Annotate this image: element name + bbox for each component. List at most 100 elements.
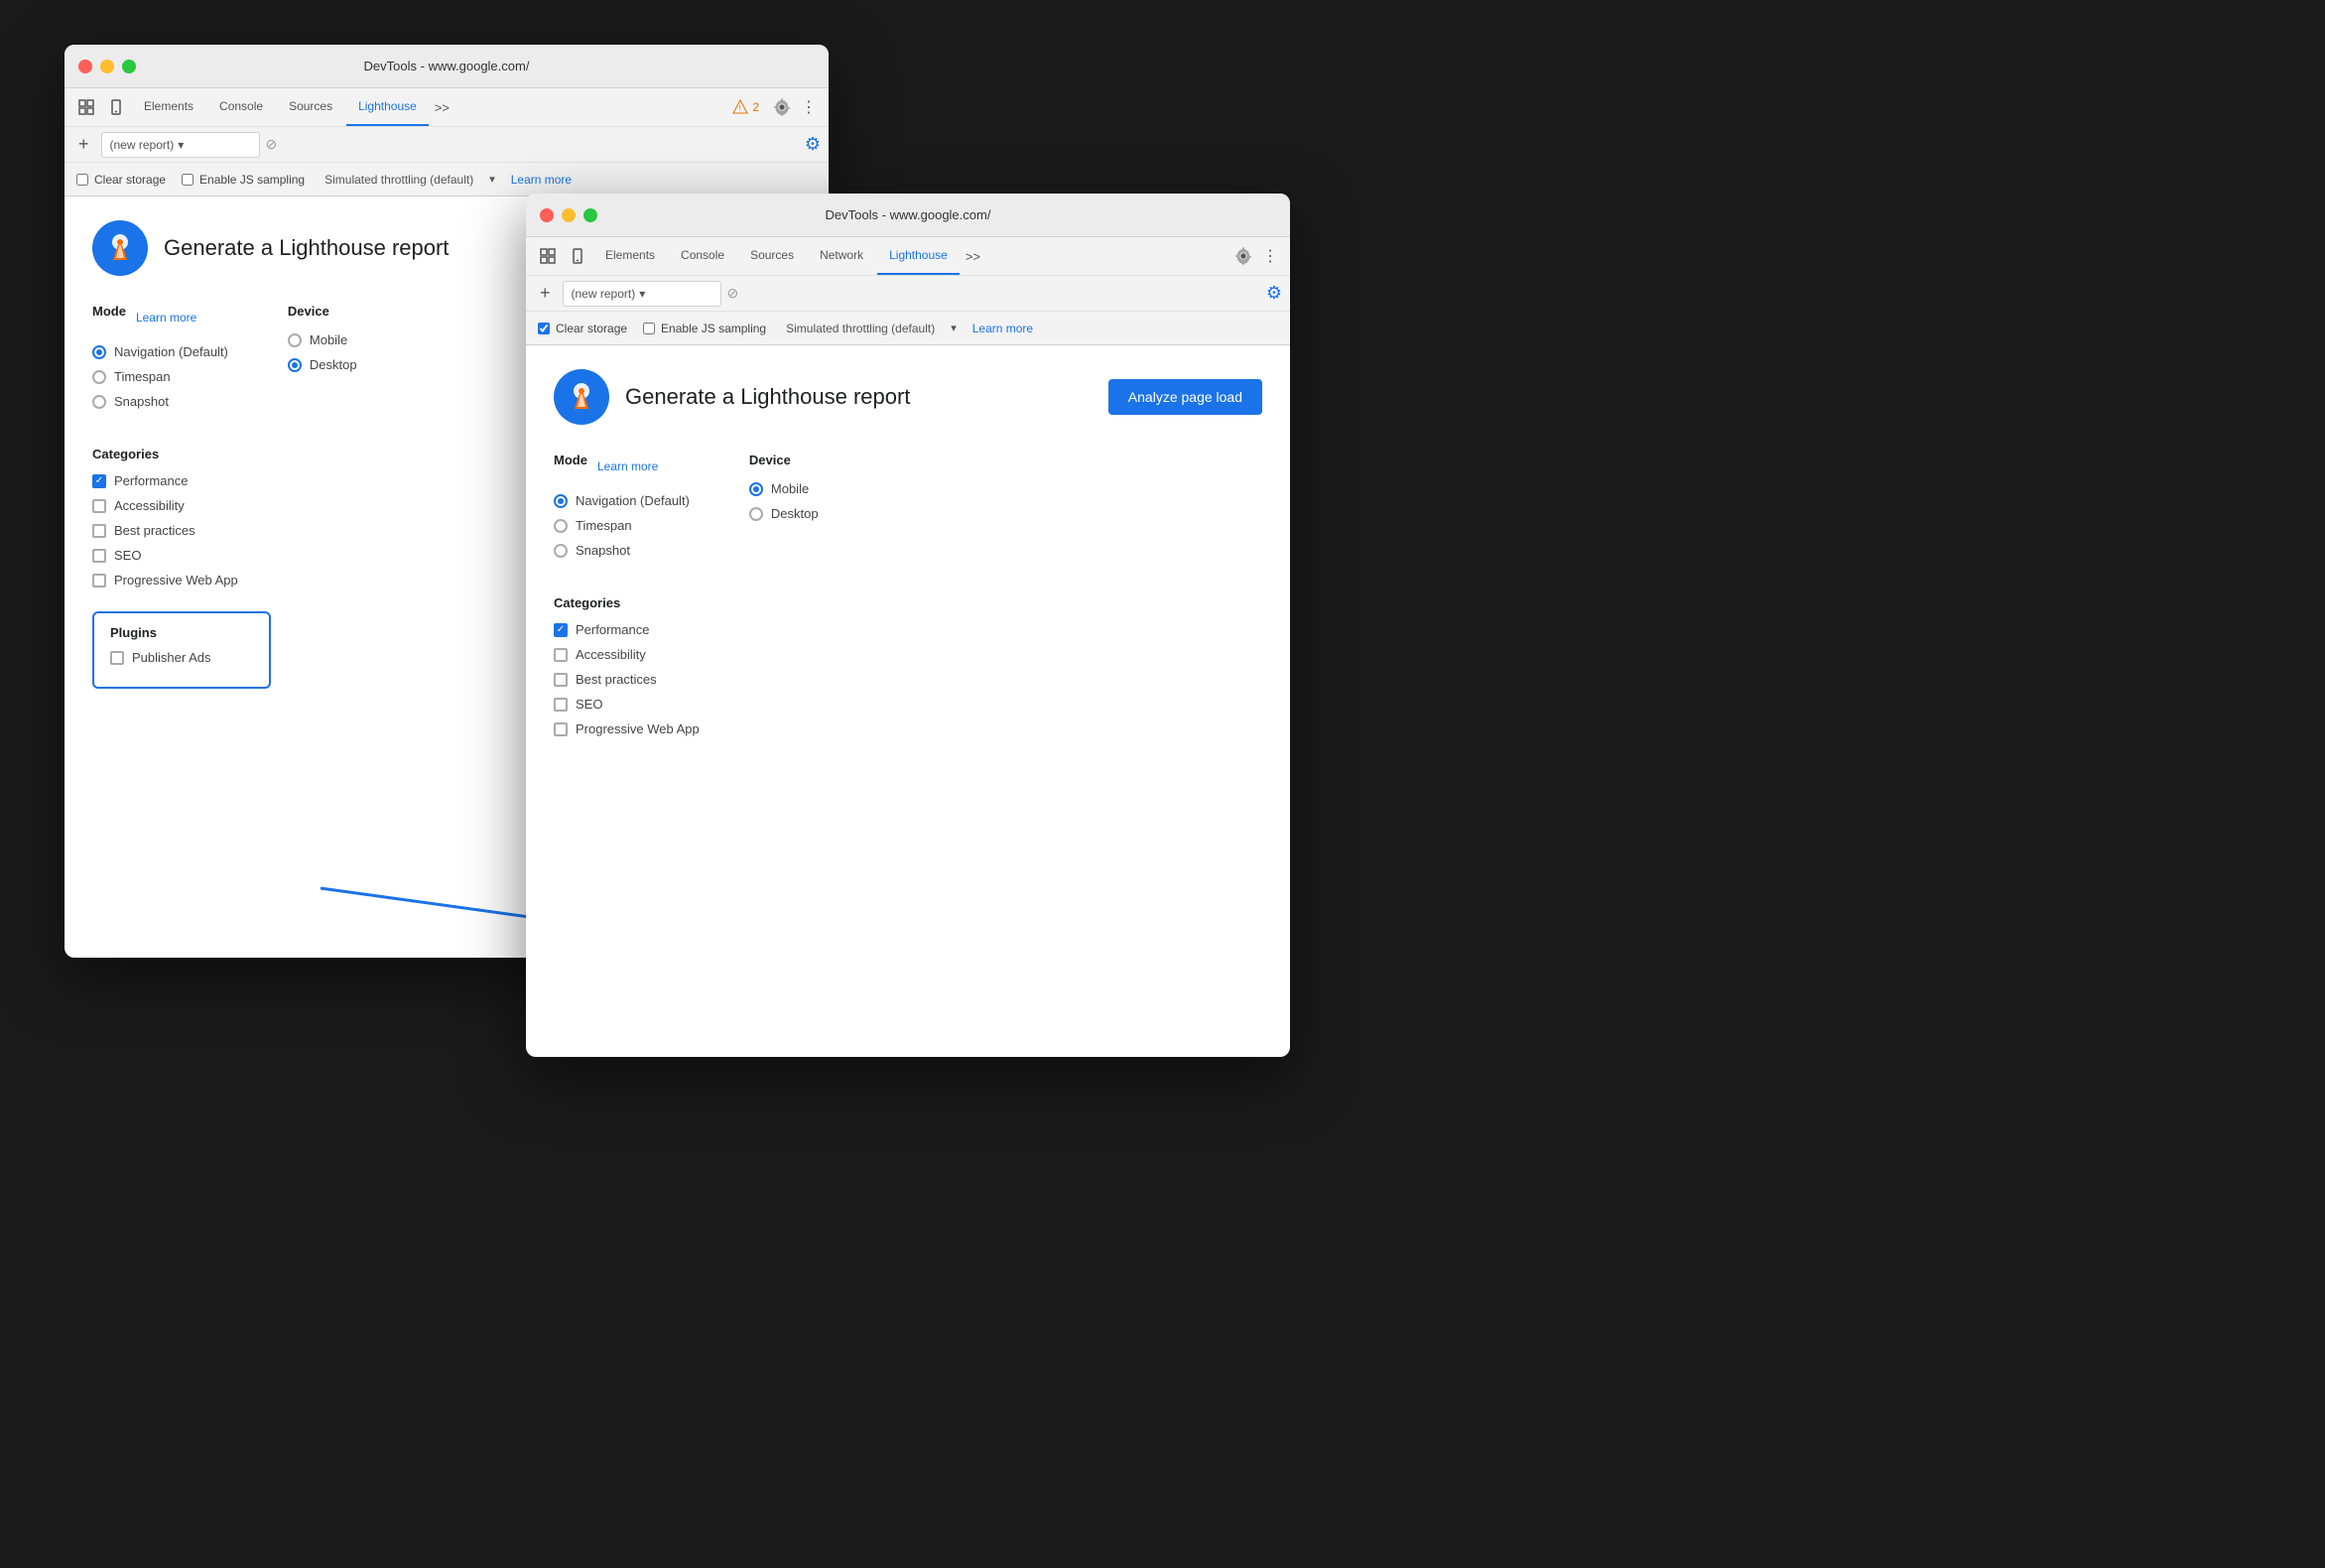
settings-button-back[interactable] [769,94,795,120]
mode-timespan-back[interactable]: Timespan [92,369,228,384]
report-selector-front[interactable]: (new report) ▾ [563,281,721,307]
tab-console-front[interactable]: Console [669,237,736,275]
cb-best-practices-front[interactable] [554,673,568,687]
radio-timespan-back[interactable] [92,370,106,384]
device-label-front: Device [749,453,819,467]
tab-sources-front[interactable]: Sources [738,237,806,275]
traffic-lights-front [540,208,597,222]
device-mobile-front[interactable]: Mobile [749,481,819,496]
add-report-back[interactable]: + [72,132,95,157]
device-mobile-back[interactable]: Mobile [288,332,357,347]
mode-timespan-front[interactable]: Timespan [554,518,690,533]
window-title-front: DevTools - www.google.com/ [826,207,991,222]
cb-accessibility-front[interactable] [554,648,568,662]
cb-performance-back[interactable] [92,474,106,488]
cat-best-practices-label-front: Best practices [576,672,657,687]
cb-seo-front[interactable] [554,698,568,712]
cancel-icon-front[interactable]: ⊘ [727,285,739,302]
kebab-menu-front[interactable]: ⋮ [1258,246,1282,266]
clear-storage-checkbox-back[interactable] [76,174,88,186]
maximize-button-front[interactable] [583,208,597,222]
clear-storage-checkbox-front[interactable] [538,323,550,334]
lighthouse-icon-front [554,369,609,425]
close-button-back[interactable] [78,60,92,73]
enable-js-option-back[interactable]: Enable JS sampling [182,173,305,187]
device-desktop-label-front: Desktop [771,506,819,521]
tab-elements-front[interactable]: Elements [593,237,667,275]
device-desktop-label-back: Desktop [310,357,357,372]
mode-nav-label-back: Navigation (Default) [114,344,228,359]
more-tabs-back[interactable]: >> [431,100,453,115]
plugin-publisher-ads-label: Publisher Ads [132,650,211,665]
mode-snapshot-front[interactable]: Snapshot [554,543,690,558]
cb-performance-front[interactable] [554,623,568,637]
tab-sources-back[interactable]: Sources [277,88,344,126]
settings-gear-back[interactable]: ⚙ [805,134,821,155]
enable-js-option-front[interactable]: Enable JS sampling [643,322,766,335]
device-column-front: Device Mobile Desktop [749,453,819,568]
radio-mobile-front[interactable] [749,482,763,496]
cb-best-practices-back[interactable] [92,524,106,538]
radio-desktop-front[interactable] [749,507,763,521]
devtools-toolbar-front: Elements Console Sources Network Lightho… [526,237,1290,345]
mode-learn-more-back[interactable]: Learn more [136,311,196,325]
device-desktop-back[interactable]: Desktop [288,357,357,372]
tab-elements-back[interactable]: Elements [132,88,205,126]
close-button-front[interactable] [540,208,554,222]
radio-snapshot-back[interactable] [92,395,106,409]
device-desktop-front[interactable]: Desktop [749,506,819,521]
clear-storage-option-back[interactable]: Clear storage [76,173,166,187]
cat-seo-front[interactable]: SEO [554,697,1262,712]
tab-lighthouse-back[interactable]: Lighthouse [346,88,429,126]
settings-gear-front[interactable]: ⚙ [1266,283,1282,304]
radio-timespan-front[interactable] [554,519,568,533]
minimize-button-front[interactable] [562,208,576,222]
minimize-button-back[interactable] [100,60,114,73]
kebab-menu-back[interactable]: ⋮ [797,97,821,117]
radio-mobile-back[interactable] [288,333,302,347]
clear-storage-option-front[interactable]: Clear storage [538,322,627,335]
learn-more-link-front[interactable]: Learn more [972,322,1033,335]
mode-learn-more-front[interactable]: Learn more [597,459,658,473]
tab-lighthouse-front[interactable]: Lighthouse [877,237,960,275]
cb-seo-back[interactable] [92,549,106,563]
maximize-button-back[interactable] [122,60,136,73]
mode-snapshot-back[interactable]: Snapshot [92,394,228,409]
radio-desktop-back[interactable] [288,358,302,372]
mode-snapshot-label-back: Snapshot [114,394,169,409]
cb-accessibility-back[interactable] [92,499,106,513]
settings-button-front[interactable] [1230,243,1256,269]
cb-pwa-front[interactable] [554,722,568,736]
cat-best-practices-front[interactable]: Best practices [554,672,1262,687]
svg-text:!: ! [739,104,741,113]
plugin-publisher-ads[interactable]: Publisher Ads [110,650,253,665]
dropdown-arrow-front: ▾ [639,287,645,301]
radio-navigation-front[interactable] [554,494,568,508]
cat-pwa-front[interactable]: Progressive Web App [554,721,1262,736]
title-bar-back: DevTools - www.google.com/ [65,45,829,88]
cat-performance-front[interactable]: Performance [554,622,1262,637]
tab-console-back[interactable]: Console [207,88,275,126]
cb-pwa-back[interactable] [92,574,106,588]
radio-navigation-back[interactable] [92,345,106,359]
tab-network-front[interactable]: Network [808,237,875,275]
report-placeholder-back: (new report) [110,138,175,152]
mobile-icon-front[interactable] [564,242,591,270]
learn-more-link-back[interactable]: Learn more [511,173,572,187]
inspect-icon[interactable] [72,93,100,121]
radio-snapshot-front[interactable] [554,544,568,558]
cb-publisher-ads[interactable] [110,651,124,665]
more-tabs-front[interactable]: >> [962,249,984,264]
cat-pwa-label-front: Progressive Web App [576,721,700,736]
mode-navigation-front[interactable]: Navigation (Default) [554,493,690,508]
enable-js-checkbox-back[interactable] [182,174,194,186]
inspect-icon-front[interactable] [534,242,562,270]
add-report-front[interactable]: + [534,281,557,306]
enable-js-checkbox-front[interactable] [643,323,655,334]
cancel-icon-back[interactable]: ⊘ [266,136,278,153]
mode-navigation-back[interactable]: Navigation (Default) [92,344,228,359]
analyze-button[interactable]: Analyze page load [1108,379,1262,415]
report-selector-back[interactable]: (new report) ▾ [101,132,260,158]
mobile-icon[interactable] [102,93,130,121]
cat-accessibility-front[interactable]: Accessibility [554,647,1262,662]
